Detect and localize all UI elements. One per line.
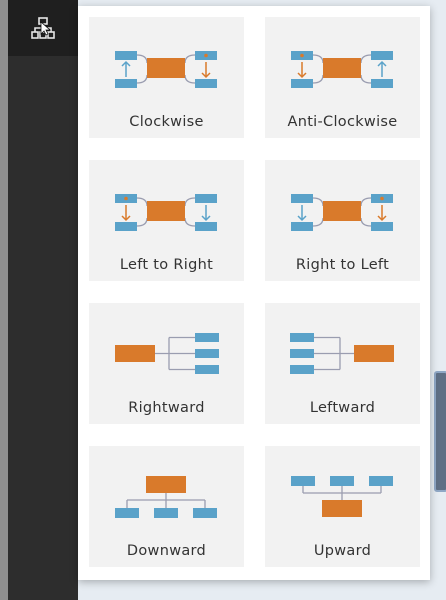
left-toolbar <box>8 0 78 600</box>
background-panel <box>434 371 446 492</box>
layout-option-leftward[interactable]: Leftward <box>265 303 420 424</box>
layout-option-label: Leftward <box>309 400 376 416</box>
layout-option-label: Rightward <box>128 400 205 416</box>
layout-option-label: Left to Right <box>119 257 214 273</box>
layout-option-rightward[interactable]: Rightward <box>89 303 244 424</box>
layout-option-label: Clockwise <box>129 114 204 130</box>
layout-option-upward[interactable]: Upward <box>265 446 420 567</box>
layout-option-downward[interactable]: Downward <box>89 446 244 567</box>
layout-option-anti-clockwise[interactable]: Anti-Clockwise <box>265 17 420 138</box>
layout-option-clockwise[interactable]: Clockwise <box>89 17 244 138</box>
layout-option-label: Anti-Clockwise <box>287 114 398 130</box>
layout-option-label: Upward <box>313 543 372 559</box>
layout-option-left-to-right[interactable]: Left to Right <box>89 160 244 281</box>
layout-picker-popup: Clockwise Anti-Clockwise Left to Right R… <box>78 6 430 580</box>
layout-option-label: Right to Left <box>295 257 390 273</box>
window-edge <box>0 0 8 600</box>
layout-option-label: Downward <box>126 543 207 559</box>
layout-option-right-to-left[interactable]: Right to Left <box>265 160 420 281</box>
layout-button[interactable] <box>8 0 78 56</box>
org-chart-icon <box>31 17 55 39</box>
